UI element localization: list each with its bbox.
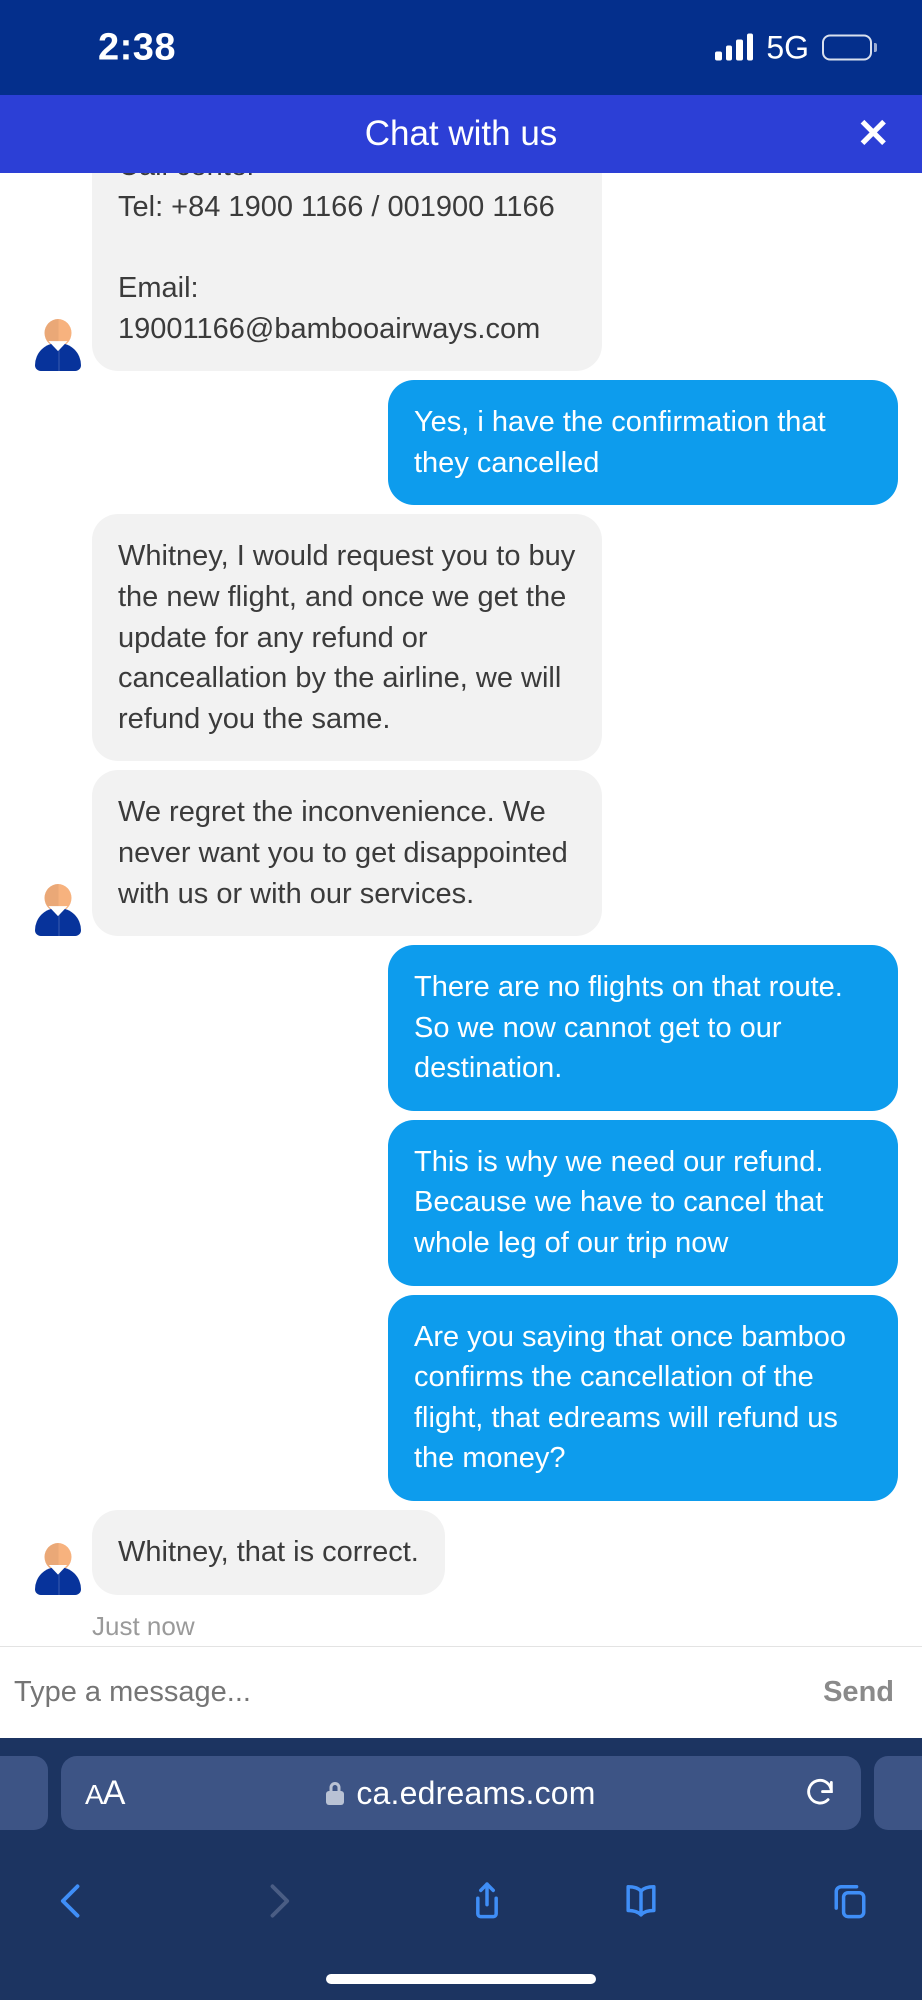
phone-screen: 2:38 5G Chat with us ✕ Village, Soc Son … xyxy=(0,0,922,2000)
user-message-bubble: There are no flights on that route. So w… xyxy=(388,945,898,1111)
previous-tab-stub[interactable] xyxy=(0,1756,48,1830)
safari-toolbar xyxy=(0,1834,922,1944)
message-row: Whitney, I would request you to buy the … xyxy=(0,514,922,762)
message-row: Yes, i have the confirmation that they c… xyxy=(0,380,922,506)
user-message-bubble: Are you saying that once bamboo confirms… xyxy=(388,1294,898,1502)
signal-bars-icon xyxy=(715,33,754,61)
message-row: Whitney, that is correct. xyxy=(0,1510,922,1595)
address-bar[interactable]: AA ca.edreams.com xyxy=(61,1756,861,1830)
status-bar: 2:38 5G xyxy=(0,0,922,95)
message-row: There are no flights on that route. So w… xyxy=(0,945,922,1111)
message-row: Village, Soc Son District, Hanoi Call ce… xyxy=(0,173,922,372)
chevron-right-icon xyxy=(270,1884,290,1918)
agent-message-bubble: We regret the inconvenience. We never wa… xyxy=(92,770,602,937)
share-icon[interactable] xyxy=(465,1877,509,1925)
url-text: ca.edreams.com xyxy=(356,1774,596,1811)
message-text: Village, Soc Son District, Hanoi Call ce… xyxy=(118,173,555,345)
avatar xyxy=(34,1542,82,1595)
safari-browser-chrome: AA ca.edreams.com xyxy=(0,1738,922,2000)
message-input[interactable] xyxy=(14,1676,804,1709)
user-message-bubble: This is why we need our refund. Because … xyxy=(388,1119,898,1286)
chevron-left-icon[interactable] xyxy=(50,1877,94,1925)
chat-message-list[interactable]: Village, Soc Son District, Hanoi Call ce… xyxy=(0,173,922,1646)
chat-header: Chat with us ✕ xyxy=(0,95,922,173)
avatar xyxy=(34,319,82,372)
send-button[interactable]: Send xyxy=(803,1676,894,1709)
safari-url-row: AA ca.edreams.com xyxy=(0,1752,922,1834)
avatar-slot xyxy=(24,884,92,937)
message-row: We regret the inconvenience. We never wa… xyxy=(0,770,922,937)
message-timestamp: Just now xyxy=(92,1610,195,1641)
agent-message-bubble: Whitney, I would request you to buy the … xyxy=(92,514,602,762)
status-bar-time: 2:38 xyxy=(98,26,177,68)
avatar-slot xyxy=(24,1542,92,1595)
reload-icon[interactable] xyxy=(803,1776,837,1810)
message-text: We regret the inconvenience. We never wa… xyxy=(118,796,576,910)
agent-message-bubble: Whitney, that is correct. xyxy=(92,1510,445,1595)
message-row: Are you saying that once bamboo confirms… xyxy=(0,1294,922,1502)
message-text: Whitney, I would request you to buy the … xyxy=(118,540,584,735)
status-bar-indicators: 5G xyxy=(715,29,872,66)
next-tab-stub[interactable] xyxy=(874,1756,922,1830)
battery-icon xyxy=(822,34,872,61)
agent-message-bubble: Village, Soc Son District, Hanoi Call ce… xyxy=(92,173,602,372)
close-icon[interactable]: ✕ xyxy=(856,114,890,154)
message-composer: Send xyxy=(0,1646,922,1738)
home-indicator xyxy=(326,1974,596,1984)
book-icon[interactable] xyxy=(619,1877,663,1925)
message-row: This is why we need our refund. Because … xyxy=(0,1119,922,1286)
lock-icon xyxy=(326,1781,345,1805)
user-message-bubble: Yes, i have the confirmation that they c… xyxy=(388,380,898,506)
avatar-slot xyxy=(24,319,92,372)
avatar xyxy=(34,884,82,937)
text-size-icon[interactable]: AA xyxy=(85,1774,125,1813)
chat-title: Chat with us xyxy=(364,114,558,153)
message-text: Yes, i have the confirmation that they c… xyxy=(414,406,834,479)
network-type-label: 5G xyxy=(766,29,809,65)
message-text: Are you saying that once bamboo confirms… xyxy=(414,1320,855,1475)
tabs-icon[interactable] xyxy=(828,1877,872,1925)
message-text: Whitney, that is correct. xyxy=(118,1536,419,1569)
message-text: This is why we need our refund. Because … xyxy=(414,1145,832,1260)
address-bar-content: ca.edreams.com xyxy=(61,1775,861,1812)
message-text: There are no flights on that route. So w… xyxy=(414,971,851,1085)
